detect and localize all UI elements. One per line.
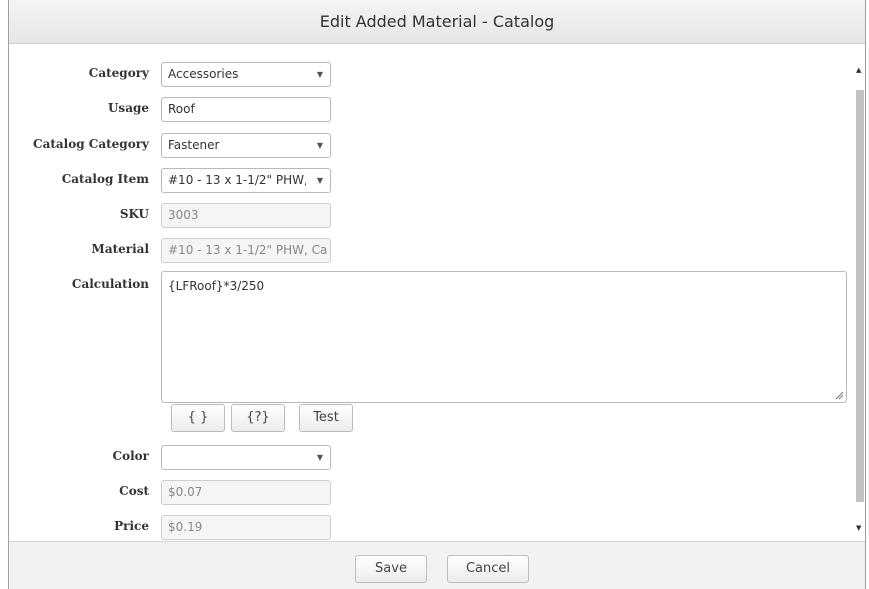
scroll-down-arrow-icon[interactable]: ▼ <box>856 524 861 532</box>
dialog-title: Edit Added Material - Catalog <box>9 0 865 44</box>
caret-down-icon: ▼ <box>316 453 323 462</box>
cost-label: Cost <box>119 484 149 498</box>
scrollbar-thumb[interactable] <box>856 90 864 502</box>
catalog-category-select[interactable]: Fastener ▼ <box>161 133 331 158</box>
save-button[interactable]: Save <box>355 555 427 583</box>
vertical-scrollbar[interactable]: ▲ ▼ <box>855 44 865 541</box>
price-field: $0.19 <box>161 515 331 540</box>
calculation-textarea[interactable]: {LFRoof}*3/250 <box>161 271 847 403</box>
sku-field: 3003 <box>161 203 331 228</box>
dialog-body: Category Accessories ▼ Usage Roof Catalo… <box>9 44 865 541</box>
catalog-category-value: Fastener <box>168 138 220 152</box>
test-calculation-button[interactable]: Test <box>299 404 353 432</box>
material-field: #10 - 13 x 1-1/2" PHW, Ca <box>161 238 331 263</box>
sku-label: SKU <box>119 207 149 221</box>
category-label: Category <box>88 66 149 80</box>
scroll-up-arrow-icon[interactable]: ▲ <box>856 66 861 74</box>
category-select[interactable]: Accessories ▼ <box>161 62 331 87</box>
caret-down-icon: ▼ <box>316 70 323 79</box>
color-label: Color <box>112 449 149 463</box>
category-value: Accessories <box>168 67 239 81</box>
resize-grip-icon[interactable] <box>835 391 844 400</box>
catalog-item-select[interactable]: #10 - 13 x 1-1/2" PHW, Ca ▼ <box>161 168 331 193</box>
catalog-item-value: #10 - 13 x 1-1/2" PHW, Ca <box>168 173 306 187</box>
cost-field: $0.07 <box>161 480 331 505</box>
usage-label: Usage <box>107 101 149 115</box>
color-select[interactable]: ▼ <box>161 445 331 470</box>
insert-variable-button[interactable]: { } <box>171 404 225 432</box>
caret-down-icon: ▼ <box>316 176 323 185</box>
caret-down-icon: ▼ <box>316 141 323 150</box>
price-label: Price <box>114 519 149 533</box>
cancel-button[interactable]: Cancel <box>447 555 529 583</box>
variable-help-button[interactable]: {?} <box>231 404 285 432</box>
catalog-category-label: Catalog Category <box>33 137 149 151</box>
catalog-item-label: Catalog Item <box>61 172 149 186</box>
calculation-label: Calculation <box>71 277 149 291</box>
calculation-value: {LFRoof}*3/250 <box>168 279 265 293</box>
edit-material-dialog: Edit Added Material - Catalog Category A… <box>8 0 866 589</box>
usage-input[interactable]: Roof <box>161 97 331 122</box>
dialog-footer: Save Cancel <box>9 541 865 589</box>
material-label: Material <box>91 242 149 256</box>
